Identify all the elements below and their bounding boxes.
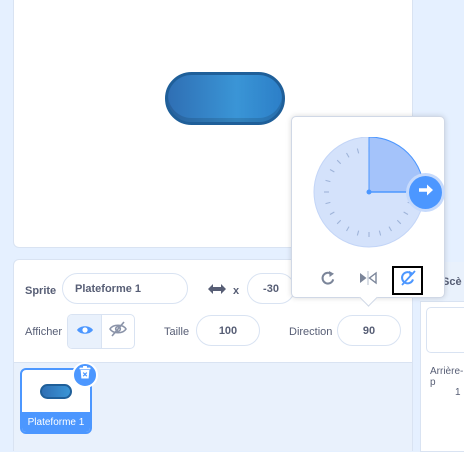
sprite-name-field[interactable]: Plateforme 1 <box>62 273 188 304</box>
size-value: 100 <box>218 324 238 337</box>
direction-handle[interactable] <box>409 176 442 209</box>
backdrops-count: 1 <box>455 387 461 398</box>
show-button[interactable] <box>68 315 101 348</box>
sprite-name-value: Plateforme 1 <box>75 282 142 295</box>
delete-sprite-button[interactable] <box>72 362 98 388</box>
backdrops-label: Arrière-p <box>430 366 464 388</box>
direction-label: Direction <box>289 326 333 338</box>
size-label: Taille <box>164 326 190 338</box>
all-around-icon <box>320 270 336 291</box>
eye-slash-icon <box>109 321 127 342</box>
direction-value: 90 <box>362 324 376 337</box>
direction-field[interactable]: 90 <box>337 315 401 346</box>
sprite-thumbnail <box>40 384 72 399</box>
x-label: x <box>233 285 240 297</box>
x-arrows-icon <box>207 282 227 300</box>
rotate-all-around-button[interactable] <box>316 268 340 292</box>
x-position-field[interactable]: -30 <box>247 273 295 304</box>
eye-icon <box>76 323 94 341</box>
hide-button[interactable] <box>101 315 134 348</box>
rotate-left-right-button[interactable] <box>356 268 380 292</box>
stage-thumbnail[interactable] <box>426 307 464 353</box>
dont-rotate-button[interactable] <box>392 266 423 295</box>
x-value: -30 <box>263 282 279 295</box>
sprite-tile-name: Plateforme 1 <box>22 412 90 432</box>
trash-icon <box>79 366 91 384</box>
stage-sprite-plateforme[interactable] <box>165 72 285 125</box>
visibility-toggle <box>67 314 135 349</box>
left-right-icon <box>359 270 377 290</box>
dont-rotate-icon <box>399 269 417 292</box>
sprite-label: Sprite <box>25 285 57 297</box>
arrow-right-icon <box>418 183 434 202</box>
show-label: Afficher <box>25 326 63 338</box>
size-field[interactable]: 100 <box>196 315 260 346</box>
